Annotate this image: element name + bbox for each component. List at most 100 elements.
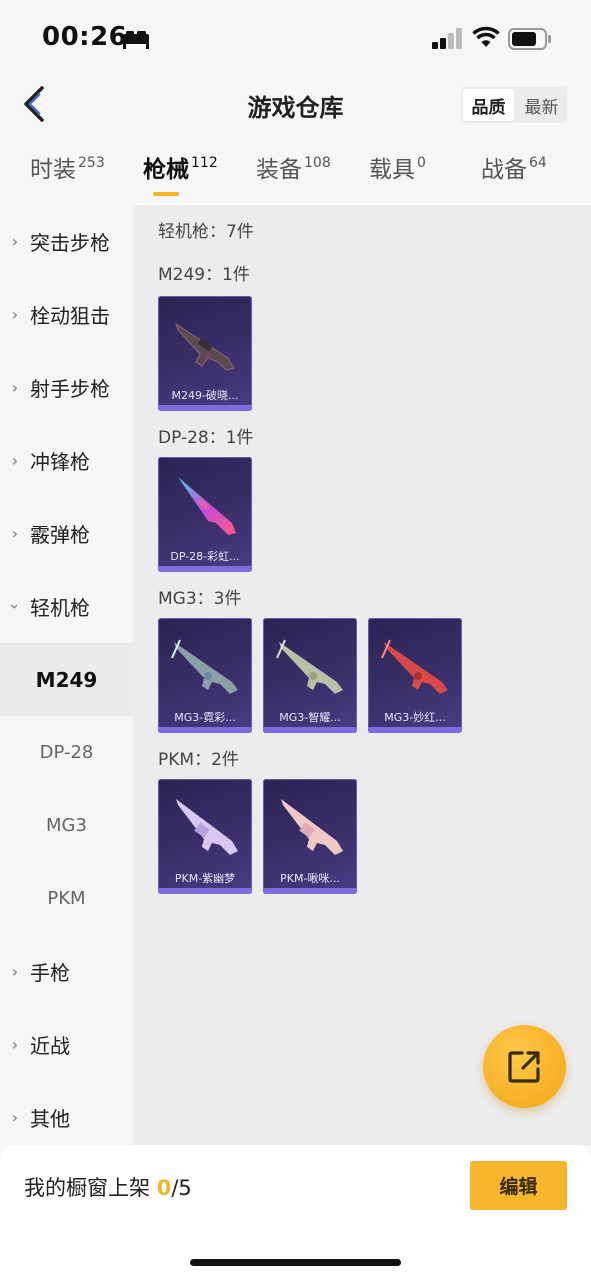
skin-card-m249[interactable]: M249-破晓... <box>158 296 252 411</box>
lmg-summary: 轻机枪：7件 <box>158 222 254 242</box>
showcase-current: 0 <box>156 1176 172 1200</box>
card-rarity-bar <box>158 566 252 572</box>
tab-label: 时装 <box>30 157 76 183</box>
skin-card-pkm-1[interactable]: PKM-紫幽梦 <box>158 779 252 894</box>
card-rarity-bar <box>158 888 252 894</box>
sidebar-item-bolt-sniper[interactable]: › 栓动狙击 <box>0 278 133 351</box>
share-fab-button[interactable] <box>483 1025 566 1108</box>
sleep-mode-icon <box>123 31 149 49</box>
chevron-right-icon: › <box>11 305 19 324</box>
skin-card-mg3-2[interactable]: MG3-智耀... <box>263 618 357 733</box>
skin-name: M249-破晓... <box>171 389 239 402</box>
skin-name: PKM-啾咪... <box>280 872 340 885</box>
lmg-skin-icon <box>276 639 343 694</box>
status-bar: 00:26 <box>0 0 591 80</box>
tab-supplies[interactable]: 战备 64 <box>481 150 547 200</box>
sidebar-item-shotgun[interactable]: › 霰弹枪 <box>0 497 133 570</box>
sidebar-item-label: 霰弹枪 <box>30 523 90 547</box>
tab-label: 装备 <box>256 157 302 183</box>
skin-card-dp28[interactable]: DP-28-彩虹... <box>158 457 252 572</box>
tab-count: 253 <box>78 155 105 171</box>
tab-count: 64 <box>529 155 547 171</box>
sidebar-item-smg[interactable]: › 冲锋枪 <box>0 424 133 497</box>
chevron-down-icon: › <box>5 603 25 610</box>
sidebar-subitem-m249[interactable]: M249 <box>0 643 133 716</box>
sidebar-subitem-mg3[interactable]: MG3 <box>0 789 133 862</box>
lmg-skin-icon <box>281 799 343 855</box>
share-external-icon <box>508 1051 540 1083</box>
chevron-right-icon: › <box>11 378 19 397</box>
weapon-skin-list: 轻机枪：7件 M249：1件 M249-破晓... DP-28：1件 DP-28… <box>133 205 591 1145</box>
chevron-right-icon: › <box>11 451 19 470</box>
skin-name: MG3-智耀... <box>279 711 341 724</box>
showcase-counter: 我的橱窗上架 0/5 <box>24 1172 192 1202</box>
edit-button[interactable]: 编辑 <box>470 1161 567 1210</box>
sidebar-item-label: 突击步枪 <box>30 231 110 255</box>
lmg-skin-icon <box>178 477 236 535</box>
group-title-pkm: PKM：2件 <box>158 750 239 770</box>
chevron-right-icon: › <box>11 1035 19 1054</box>
lmg-skin-icon <box>176 799 238 855</box>
sort-toggle: 品质 最新 <box>461 87 567 123</box>
chevron-right-icon: › <box>11 232 19 251</box>
sidebar-item-label: 手枪 <box>30 961 70 985</box>
home-indicator[interactable] <box>190 1259 401 1266</box>
weapon-type-sidebar: › 突击步枪 › 栓动狙击 › 射手步枪 › 冲锋枪 › 霰弹枪 › 轻机枪 M249 DP… <box>0 205 133 1145</box>
sort-latest-button[interactable]: 最新 <box>516 87 567 123</box>
chevron-right-icon: › <box>11 524 19 543</box>
category-tabs: 时装 253 枪械 112 装备 108 载具 0 战备 64 <box>0 150 591 200</box>
skin-card-pkm-2[interactable]: PKM-啾咪... <box>263 779 357 894</box>
wifi-icon <box>472 26 500 47</box>
sidebar-subitem-pkm[interactable]: PKM <box>0 862 133 935</box>
sidebar-item-label: 其他 <box>30 1107 70 1131</box>
showcase-total: /5 <box>171 1176 192 1200</box>
group-title-dp28: DP-28：1件 <box>158 428 254 448</box>
tab-equipment[interactable]: 装备 108 <box>256 150 331 200</box>
card-rarity-bar <box>263 888 357 894</box>
sidebar-item-lmg[interactable]: › 轻机枪 <box>0 570 133 643</box>
tab-count: 108 <box>304 155 331 171</box>
sidebar-item-label: 近战 <box>30 1034 70 1058</box>
skin-name: DP-28-彩虹... <box>170 550 240 563</box>
lmg-skin-icon <box>175 322 235 371</box>
card-rarity-bar <box>158 727 252 733</box>
skin-name: MG3-妙红... <box>384 711 446 724</box>
group-title-m249: M249：1件 <box>158 265 250 285</box>
chevron-right-icon: › <box>11 962 19 981</box>
sidebar-item-melee[interactable]: › 近战 <box>0 1008 133 1081</box>
sidebar-subitem-dp28[interactable]: DP-28 <box>0 716 133 789</box>
tab-firearms[interactable]: 枪械 112 <box>143 150 218 200</box>
status-time: 00:26 <box>42 22 128 52</box>
tab-outfits[interactable]: 时装 253 <box>30 150 105 200</box>
skin-card-mg3-1[interactable]: MG3-霓彩... <box>158 618 252 733</box>
sidebar-item-label: 冲锋枪 <box>30 450 90 474</box>
tab-count: 0 <box>417 155 426 171</box>
card-rarity-bar <box>263 727 357 733</box>
tab-label: 战备 <box>481 157 527 183</box>
sidebar-item-marksman-rifle[interactable]: › 射手步枪 <box>0 351 133 424</box>
group-title-mg3: MG3：3件 <box>158 589 242 609</box>
sidebar-item-assault-rifle[interactable]: › 突击步枪 <box>0 205 133 278</box>
tab-count: 112 <box>191 155 218 171</box>
lmg-skin-icon <box>381 639 448 694</box>
showcase-label: 我的橱窗上架 <box>24 1176 157 1200</box>
skin-card-mg3-3[interactable]: MG3-妙红... <box>368 618 462 733</box>
cellular-signal-icon <box>432 28 462 49</box>
sidebar-item-pistol[interactable]: › 手枪 <box>0 935 133 1008</box>
skin-name: MG3-霓彩... <box>174 711 236 724</box>
lmg-skin-icon <box>171 639 238 694</box>
card-rarity-bar <box>158 405 252 411</box>
sort-quality-button[interactable]: 品质 <box>463 89 514 121</box>
tab-label: 载具 <box>369 157 415 183</box>
card-rarity-bar <box>368 727 462 733</box>
tab-label: 枪械 <box>143 157 189 183</box>
tab-active-underline <box>153 192 179 196</box>
sidebar-item-other[interactable]: › 其他 <box>0 1081 133 1154</box>
chevron-right-icon: › <box>11 1108 19 1127</box>
skin-name: PKM-紫幽梦 <box>174 872 236 885</box>
sidebar-item-label: 栓动狙击 <box>30 304 110 328</box>
sidebar-item-label: 轻机枪 <box>30 596 90 620</box>
battery-icon <box>508 28 551 50</box>
tab-vehicles[interactable]: 载具 0 <box>369 150 426 200</box>
sidebar-item-label: 射手步枪 <box>30 377 110 401</box>
